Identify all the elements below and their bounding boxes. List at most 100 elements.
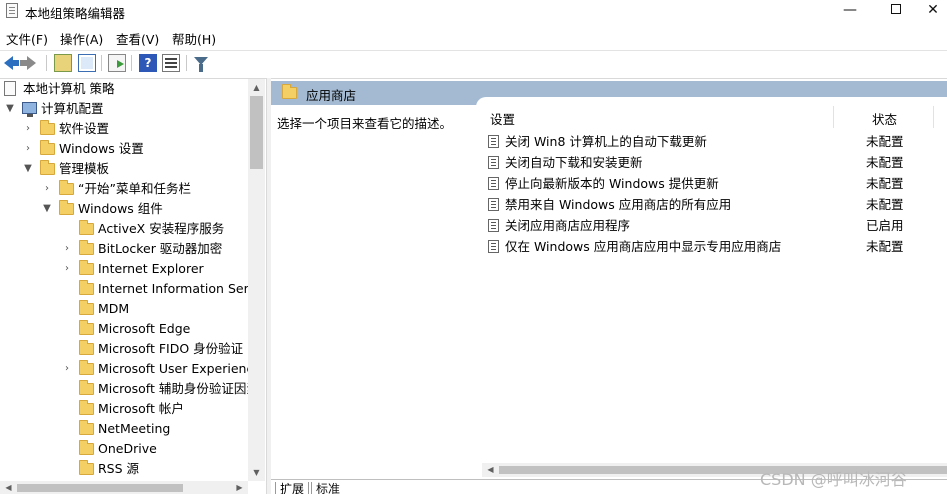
maximize-button[interactable]	[873, 0, 919, 22]
setting-name: 关闭应用商店应用程序	[505, 218, 631, 233]
tree-item-label: Microsoft 帐户	[98, 401, 184, 416]
tree-item[interactable]: 本地计算机 策略	[0, 79, 248, 99]
folder-icon	[79, 220, 94, 235]
setting-row[interactable]: 仅在 Windows 应用商店应用中显示专用应用商店 未配置	[476, 236, 947, 257]
scroll-right-icon[interactable]: ▶	[231, 479, 248, 494]
tree-item-label: 软件设置	[59, 121, 110, 136]
setting-state: 未配置	[866, 176, 904, 191]
window-title: 本地组策略编辑器	[25, 6, 126, 21]
column-header-setting[interactable]: 设置	[490, 109, 515, 128]
folder-icon	[79, 320, 94, 335]
column-separator[interactable]	[933, 106, 934, 128]
setting-row[interactable]: 停止向最新版本的 Windows 提供更新 未配置	[476, 173, 947, 194]
tree-horizontal-scrollbar[interactable]: ◀ ▶	[0, 481, 248, 494]
forward-button[interactable]	[20, 54, 40, 72]
folder-icon	[79, 460, 94, 475]
tree-item[interactable]: ▼ Windows 组件	[0, 199, 248, 219]
setting-name: 停止向最新版本的 Windows 提供更新	[505, 176, 719, 191]
show-hide-tree-icon[interactable]	[78, 54, 96, 72]
tree-item-label: MDM	[98, 301, 130, 316]
expand-chevron-icon[interactable]: ›	[61, 259, 73, 279]
menu-help[interactable]: 帮助(H)	[172, 29, 216, 48]
tree-item[interactable]: › Microsoft User Experience	[0, 359, 248, 379]
tree-item[interactable]: ▼ 计算机配置	[0, 99, 248, 119]
setting-row[interactable]: 关闭 Win8 计算机上的自动下载更新 未配置	[476, 131, 947, 152]
setting-name: 关闭自动下载和安装更新	[505, 155, 643, 170]
tree-vertical-scrollbar[interactable]: ▲ ▼	[248, 79, 265, 481]
collapse-chevron-icon[interactable]: ▼	[41, 199, 53, 219]
scroll-down-icon[interactable]: ▼	[248, 464, 265, 481]
folder-icon	[40, 120, 55, 135]
setting-state: 已启用	[866, 218, 904, 233]
tree-item-label: Internet Information Servi	[98, 281, 248, 296]
column-separator[interactable]	[833, 106, 834, 128]
collapse-chevron-icon[interactable]: ▼	[4, 99, 16, 119]
tree-item[interactable]: › BitLocker 驱动器加密	[0, 239, 248, 259]
folder-icon	[79, 440, 94, 455]
help-icon[interactable]: ?	[139, 54, 157, 72]
scrollbar-thumb[interactable]	[17, 484, 183, 492]
tree-item[interactable]: OneDrive	[0, 439, 248, 459]
properties-icon[interactable]	[162, 54, 180, 72]
scroll-up-icon[interactable]: ▲	[248, 79, 265, 96]
expand-chevron-icon[interactable]: ›	[22, 119, 34, 139]
details-pane: 应用商店 选择一个项目来查看它的描述。 设置 状态 关闭 Win8 计算机上的自…	[271, 78, 947, 494]
setting-state: 未配置	[866, 197, 904, 212]
tree-item[interactable]: RSS 源	[0, 459, 248, 479]
collapse-chevron-icon[interactable]: ▼	[22, 159, 34, 179]
scroll-left-icon[interactable]: ◀	[482, 461, 499, 478]
tree-item-label: Windows 组件	[78, 201, 163, 216]
tree-item[interactable]: › Windows 设置	[0, 139, 248, 159]
expand-chevron-icon[interactable]: ›	[61, 239, 73, 259]
up-folder-icon[interactable]	[54, 54, 72, 72]
tree-item[interactable]: Microsoft 辅助身份验证因素	[0, 379, 248, 399]
tree-item-label: Microsoft 辅助身份验证因素	[98, 381, 248, 396]
tree-item[interactable]: Microsoft FIDO 身份验证	[0, 339, 248, 359]
expand-chevron-icon[interactable]: ›	[22, 139, 34, 159]
menu-file[interactable]: 文件(F)	[6, 29, 48, 48]
tree-item-label: ActiveX 安装程序服务	[98, 221, 225, 236]
document-icon	[4, 81, 16, 96]
setting-state: 未配置	[866, 239, 904, 254]
tree-item-label: Microsoft FIDO 身份验证	[98, 341, 244, 356]
tree-item[interactable]: ▼ 管理模板	[0, 159, 248, 179]
scroll-left-icon[interactable]: ◀	[0, 479, 17, 494]
description-text: 选择一个项目来查看它的描述。	[277, 116, 453, 131]
setting-row[interactable]: 关闭应用商店应用程序 已启用	[476, 215, 947, 236]
filter-icon[interactable]	[194, 57, 208, 72]
tree-item[interactable]: ActiveX 安装程序服务	[0, 219, 248, 239]
tree-item[interactable]: Microsoft Edge	[0, 319, 248, 339]
setting-row[interactable]: 禁用来自 Windows 应用商店的所有应用 未配置	[476, 194, 947, 215]
minimize-button[interactable]: —	[827, 0, 873, 22]
expand-chevron-icon[interactable]: ›	[41, 179, 53, 199]
menu-view[interactable]: 查看(V)	[116, 29, 159, 48]
export-list-icon[interactable]	[108, 54, 126, 72]
tree-item[interactable]: NetMeeting	[0, 419, 248, 439]
tree-item-label: Microsoft User Experience	[98, 361, 248, 376]
setting-row[interactable]: 关闭自动下载和安装更新 未配置	[476, 152, 947, 173]
column-header-state[interactable]: 状态	[872, 109, 897, 128]
policy-setting-icon	[488, 240, 499, 253]
policy-editor-app-icon	[6, 3, 18, 18]
scrollbar-thumb[interactable]	[250, 96, 263, 169]
tree-item[interactable]: Microsoft 帐户	[0, 399, 248, 419]
watermark: CSDN @呼叫冰河谷	[760, 470, 907, 489]
folder-icon	[79, 360, 94, 375]
tree-item[interactable]: Internet Information Servi	[0, 279, 248, 299]
setting-name: 禁用来自 Windows 应用商店的所有应用	[505, 197, 732, 212]
close-button[interactable]: ✕	[919, 0, 947, 22]
setting-name: 仅在 Windows 应用商店应用中显示专用应用商店	[505, 239, 782, 254]
tree-item[interactable]: › “开始”菜单和任务栏	[0, 179, 248, 199]
folder-icon	[40, 160, 55, 175]
tree-item[interactable]: MDM	[0, 299, 248, 319]
menu-action[interactable]: 操作(A)	[60, 29, 103, 48]
expand-chevron-icon[interactable]: ›	[61, 359, 73, 379]
setting-state: 未配置	[866, 155, 904, 170]
policy-setting-icon	[488, 135, 499, 148]
tab-extended[interactable]: 扩展	[275, 482, 310, 494]
tree-item[interactable]: › 软件设置	[0, 119, 248, 139]
tab-standard[interactable]: 标准	[311, 482, 344, 494]
back-button[interactable]	[2, 54, 20, 72]
tree-item[interactable]: › Internet Explorer	[0, 259, 248, 279]
toolbar-separator	[131, 55, 132, 71]
